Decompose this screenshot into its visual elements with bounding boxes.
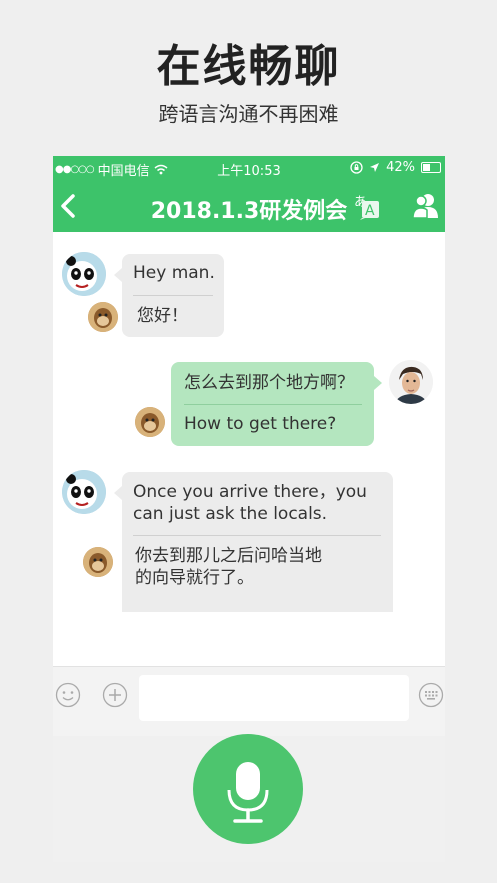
message-bubble-incoming[interactable]: Once you arrive there，you can just ask t… [114,472,393,612]
message-bubble-incoming[interactable]: Hey man. 您好！ [114,254,224,337]
status-bar: ●●○○○ 中国电信 上午10:53 42% [53,156,445,180]
message-original-line-2: can just ask the locals. [133,504,328,524]
avatar-monkey[interactable] [83,547,113,577]
message-original-text: 怎么去到那个地方啊？ [184,373,354,393]
chat-area[interactable]: Hey man. 您好！ 怎么去到那个地方啊？ How to get there… [53,232,445,666]
microphone-icon [227,762,269,823]
avatar-panda[interactable] [62,252,106,296]
voice-input-area [53,734,445,862]
message-translation-line-2: 的向导就行了。 [135,568,254,588]
promo-title: 在线畅聊 [156,41,341,92]
battery-percent: 42% [386,160,415,175]
message-input[interactable] [139,675,409,721]
message-translation-line-1: 你去到那儿之后问哈当地 [135,546,322,566]
message-original-line-1: Once you arrive there，you [133,482,367,502]
phone-screen: ●●○○○ 中国电信 上午10:53 42% 2018.1.3研发例会 あ A … [53,156,445,862]
avatar-panda[interactable] [62,470,106,514]
promo-subtitle: 跨语言沟通不再困难 [158,102,339,126]
message-translation-text: 您好！ [137,306,188,326]
message-translation-text: How to get there? [184,414,337,434]
people-icon[interactable] [411,192,441,220]
rotation-lock-icon [350,161,363,174]
translate-icon[interactable]: あ A [351,192,381,220]
nav-bar: 2018.1.3研发例会 あ A [53,180,445,232]
input-toolbar [53,666,445,737]
avatar-monkey[interactable] [88,302,118,332]
message-bubble-outgoing[interactable]: 怎么去到那个地方啊？ How to get there? [171,362,382,446]
keyboard-icon[interactable] [418,682,444,708]
avatar-monkey[interactable] [135,407,165,437]
voice-record-button[interactable] [193,734,303,844]
plus-icon[interactable] [102,682,128,708]
emoji-icon[interactable] [55,682,81,708]
svg-text:A: A [365,203,375,219]
chat-title: 2018.1.3研发例会 [150,199,348,224]
location-icon [370,163,380,172]
message-original-text: Hey man. [133,263,215,283]
avatar-man[interactable] [389,360,433,404]
battery-icon [421,162,441,173]
